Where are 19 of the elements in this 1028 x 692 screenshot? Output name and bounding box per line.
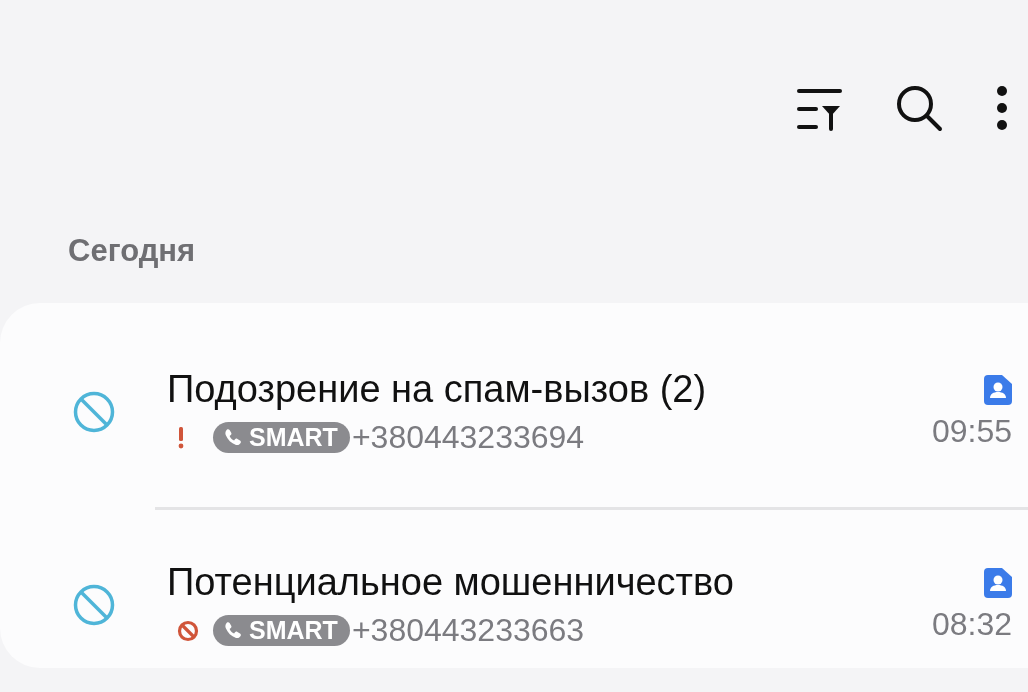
blocked-icon	[177, 619, 199, 642]
phone-icon	[223, 620, 243, 641]
phone-number: +380443233694	[351, 419, 585, 456]
smart-badge: SMART	[213, 615, 350, 646]
contact-card-icon	[984, 567, 1012, 598]
call-time: 09:55	[931, 412, 1012, 450]
section-title: Сегодня	[68, 233, 196, 268]
phone-icon	[223, 427, 243, 448]
block-icon	[72, 583, 116, 627]
exclamation-icon	[177, 426, 185, 449]
search-icon[interactable]	[894, 83, 944, 133]
smart-badge: SMART	[213, 422, 350, 453]
call-title: Потенциальное мошенничество	[167, 561, 735, 604]
call-time: 08:32	[931, 605, 1012, 643]
block-icon	[72, 390, 116, 434]
phone-number: +380443233663	[351, 612, 585, 649]
call-title: Подозрение на спам-вызов (2)	[167, 368, 708, 411]
contact-card-icon	[984, 374, 1012, 405]
more-options-icon[interactable]	[996, 85, 1008, 131]
